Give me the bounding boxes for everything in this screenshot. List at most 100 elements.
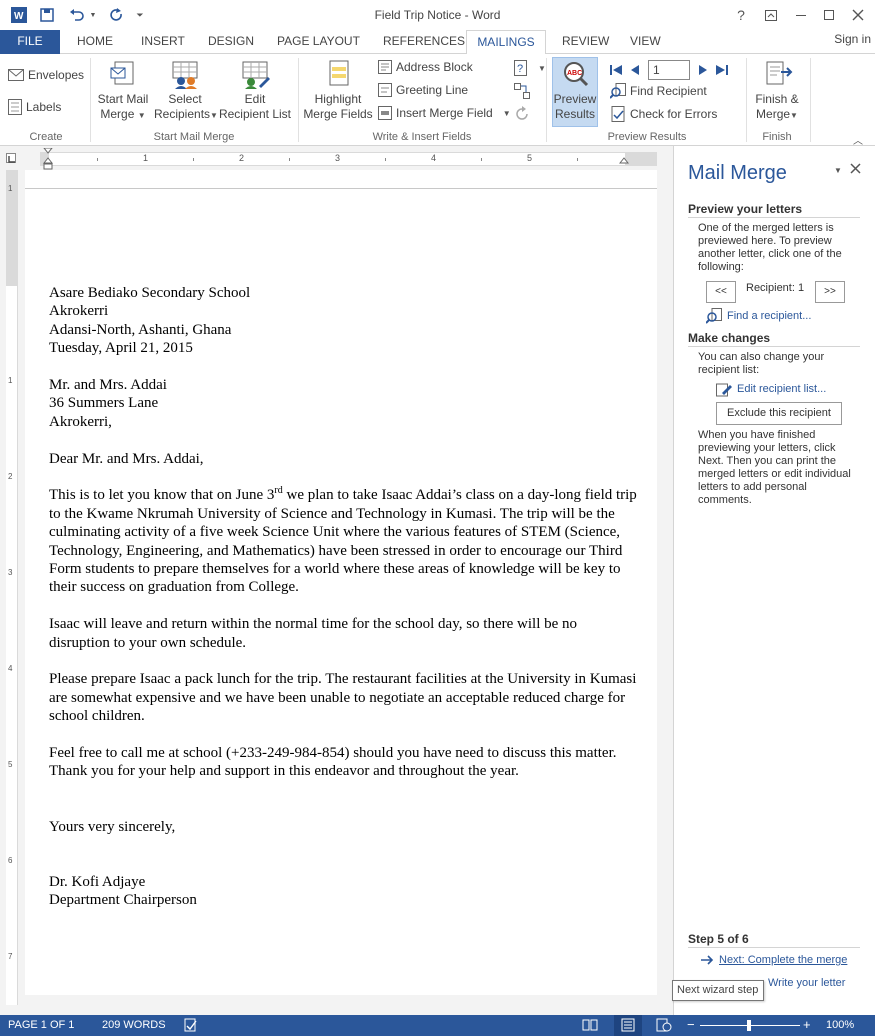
previous-record-icon[interactable] (630, 64, 640, 76)
record-navigator: 1 (610, 60, 728, 80)
previous-recipient-button[interactable]: << (706, 281, 736, 303)
tab-review[interactable]: REVIEW (552, 30, 619, 54)
preview-results-label-1: Preview (553, 92, 597, 106)
indent-markers-icon[interactable] (43, 148, 53, 170)
signature-title: Department Chairperson (49, 892, 197, 909)
first-record-icon[interactable] (610, 64, 622, 76)
next-step-link[interactable]: Next: Complete the merge (700, 954, 847, 966)
ruler-tick (289, 158, 290, 161)
dropdown-caret-icon: ▼ (502, 108, 511, 118)
help-icon[interactable]: ? (728, 6, 754, 24)
pane-close-icon[interactable] (850, 163, 861, 177)
find-recipient-button[interactable]: Find Recipient (610, 83, 707, 99)
title-bar: W ▼ ⏷ Field Trip Notice - Word ? (0, 0, 875, 30)
tab-selector-icon[interactable] (6, 153, 16, 163)
start-mail-merge-button[interactable]: Start Mail Merge ▼ (94, 58, 152, 123)
collapse-ribbon-icon[interactable]: ︿ (853, 132, 863, 147)
envelopes-label: Envelopes (28, 68, 85, 82)
previous-step-link[interactable]: Write your letter (768, 977, 845, 989)
labels-label: Labels (26, 100, 62, 114)
update-labels-button[interactable] (514, 106, 530, 122)
edit-recipient-list-icon (716, 383, 732, 397)
next-record-icon[interactable] (698, 64, 708, 76)
tab-design[interactable]: DESIGN (198, 30, 264, 54)
page-indicator[interactable]: PAGE 1 OF 1 (8, 1019, 74, 1031)
dropdown-caret-icon: ▼ (137, 111, 146, 120)
maximize-icon[interactable] (816, 6, 842, 24)
rules-button[interactable]: ? ▼ (514, 60, 546, 76)
highlight-merge-fields-icon (322, 58, 354, 90)
next-step-link-label: Next: Complete the merge (719, 954, 848, 966)
ruler-number: 1 (8, 184, 13, 193)
finish-merge-button[interactable]: Finish & Merge▼ (750, 58, 804, 123)
ruler-number: 3 (335, 153, 341, 163)
highlight-merge-fields-button[interactable]: Highlight Merge Fields (302, 58, 374, 122)
zoom-in-icon[interactable]: + (803, 1017, 811, 1032)
insert-merge-field-label: Insert Merge Field (396, 106, 493, 120)
right-indent-marker-icon[interactable] (619, 156, 629, 164)
start-mail-merge-label-1: Start Mail (97, 92, 149, 106)
highlight-merge-fields-label-2: Merge Fields (303, 107, 373, 121)
read-mode-icon[interactable] (582, 1018, 598, 1035)
edit-recipient-list-label-1: Edit (244, 92, 266, 106)
edit-recipient-list-button[interactable]: Edit Recipient List (218, 58, 292, 122)
print-layout-icon[interactable] (614, 1015, 642, 1036)
recipient-indicator: Recipient: 1 (746, 282, 805, 294)
ruler-number: 1 (8, 376, 13, 385)
ruler-tick (97, 158, 98, 161)
horizontal-ruler[interactable]: 1 2 3 4 5 (40, 152, 657, 166)
sender-line: Asare Bediako Secondary School (49, 285, 251, 301)
check-for-errors-button[interactable]: Check for Errors (610, 106, 717, 122)
last-record-icon[interactable] (716, 64, 728, 76)
tab-references[interactable]: REFERENCES (373, 30, 475, 54)
zoom-out-icon[interactable]: − (687, 1017, 695, 1032)
web-layout-icon[interactable] (656, 1018, 672, 1035)
ruler-area: 1 2 3 4 5 (0, 146, 673, 170)
exclude-recipient-button[interactable]: Exclude this recipient (716, 402, 842, 425)
ribbon-display-options-icon[interactable] (758, 6, 784, 24)
group-preview-results-label: Preview Results (607, 131, 687, 143)
preview-results-button[interactable]: ABC Preview Results (552, 57, 598, 127)
find-recipient-link[interactable]: Find a recipient... (706, 308, 811, 324)
tab-file[interactable]: FILE (0, 30, 60, 54)
ruler-number: 3 (8, 568, 13, 577)
tab-mailings[interactable]: MAILINGS (466, 30, 546, 55)
word-count[interactable]: 209 WORDS (102, 1019, 166, 1031)
paragraph-text: we plan to take Isaac Addai’s class on a… (49, 487, 637, 596)
ruler-number: 5 (8, 760, 13, 769)
letter-paragraph-3: Please prepare Isaac a pack lunch for th… (49, 671, 637, 725)
group-write-insert-label: Write & Insert Fields (372, 131, 472, 143)
greeting-line-button[interactable]: Greeting Line (378, 83, 468, 97)
vertical-ruler[interactable]: 1 1 2 3 4 5 6 7 (6, 170, 18, 1005)
record-number-field[interactable]: 1 (648, 60, 690, 80)
zoom-slider-thumb[interactable] (747, 1020, 751, 1031)
group-separator (546, 58, 547, 142)
address-block-button[interactable]: Address Block (378, 60, 473, 74)
signature-name: Dr. Kofi Adjaye (49, 873, 146, 890)
zoom-level[interactable]: 100% (826, 1019, 854, 1031)
tab-insert[interactable]: INSERT (131, 30, 195, 54)
close-icon[interactable] (845, 6, 871, 24)
insert-merge-field-button[interactable]: Insert Merge Field ▼ (378, 106, 511, 120)
check-for-errors-icon (611, 106, 625, 122)
preview-section-heading: Preview your letters (688, 202, 860, 218)
sign-in-link[interactable]: Sign in (834, 32, 871, 46)
pane-options-icon[interactable]: ▼ (834, 166, 842, 175)
tab-home[interactable]: HOME (67, 30, 123, 54)
group-separator (810, 58, 811, 142)
match-fields-button[interactable] (514, 83, 530, 99)
minimize-icon[interactable] (788, 6, 814, 24)
envelopes-button[interactable]: Envelopes (8, 68, 84, 82)
ruler-number: 2 (8, 472, 13, 481)
labels-button[interactable]: Labels (8, 99, 61, 115)
select-recipients-button[interactable]: Select Recipients▼ (154, 58, 218, 123)
letter-body[interactable]: Asare Bediako Secondary School Akrokerri… (49, 284, 639, 910)
tab-view[interactable]: VIEW (620, 30, 671, 54)
next-recipient-button[interactable]: >> (815, 281, 845, 303)
proofing-icon[interactable] (184, 1018, 198, 1035)
changes-instructions: You can also change your recipient list: (698, 351, 825, 376)
document-page[interactable]: Asare Bediako Secondary School Akrokerri… (25, 170, 657, 995)
edit-recipient-list-link[interactable]: Edit recipient list... (716, 381, 826, 397)
tab-page-layout[interactable]: PAGE LAYOUT (267, 30, 370, 54)
select-recipients-icon (169, 58, 201, 90)
